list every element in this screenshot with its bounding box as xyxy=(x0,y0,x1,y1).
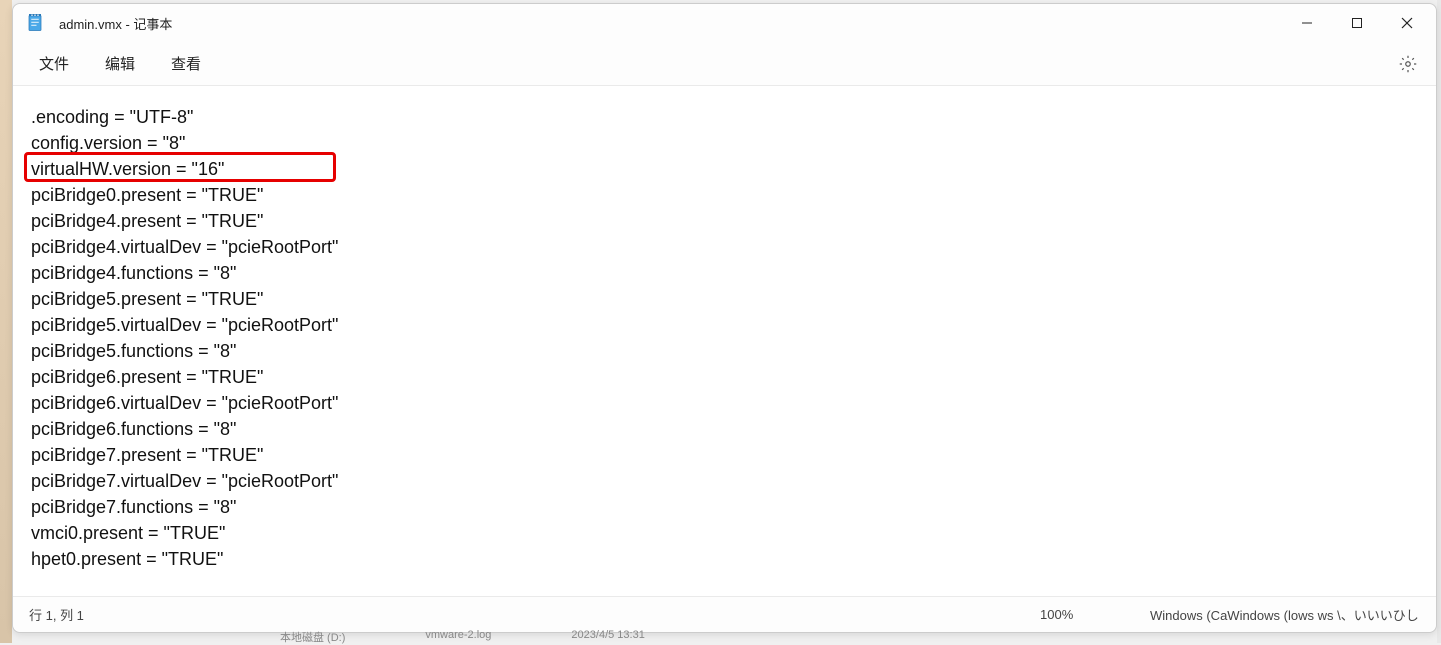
status-zoom: 100% xyxy=(1040,607,1150,622)
menu-file[interactable]: 文件 xyxy=(21,45,87,82)
minimize-button[interactable] xyxy=(1282,4,1332,42)
text-line[interactable]: hpet0.present = "TRUE" xyxy=(29,546,1422,572)
window-controls xyxy=(1282,4,1432,42)
taskbar-item: vmware-2.log xyxy=(425,629,491,643)
menu-edit[interactable]: 编辑 xyxy=(87,45,153,82)
text-line[interactable]: vmci0.present = "TRUE" xyxy=(29,520,1422,546)
text-line[interactable]: pciBridge6.virtualDev = "pcieRootPort" xyxy=(29,390,1422,416)
text-line[interactable]: pciBridge6.present = "TRUE" xyxy=(29,364,1422,390)
text-line[interactable]: pciBridge6.functions = "8" xyxy=(29,416,1422,442)
notepad-icon xyxy=(25,13,45,33)
text-line[interactable]: virtualHW.version = "16" xyxy=(29,156,1422,182)
close-button[interactable] xyxy=(1382,4,1432,42)
text-line[interactable]: config.version = "8" xyxy=(29,130,1422,156)
text-line[interactable]: pciBridge5.virtualDev = "pcieRootPort" xyxy=(29,312,1422,338)
taskbar-item: 本地磁盘 (D:) xyxy=(280,629,345,643)
titlebar: admin.vmx - 记事本 xyxy=(13,4,1436,42)
taskbar-item: 2023/4/5 13:31 xyxy=(571,629,644,643)
menubar: 文件 编辑 查看 xyxy=(13,42,1436,86)
text-editor[interactable]: .encoding = "UTF-8"config.version = "8"v… xyxy=(13,86,1436,596)
statusbar: 行 1, 列 1 100% Windows (CaWindows (lows w… xyxy=(13,596,1436,632)
maximize-button[interactable] xyxy=(1332,4,1382,42)
text-line[interactable]: pciBridge7.present = "TRUE" xyxy=(29,442,1422,468)
menu-view[interactable]: 查看 xyxy=(153,45,219,82)
text-line[interactable]: pciBridge7.virtualDev = "pcieRootPort" xyxy=(29,468,1422,494)
text-line[interactable]: pciBridge4.virtualDev = "pcieRootPort" xyxy=(29,234,1422,260)
text-line[interactable]: pciBridge4.functions = "8" xyxy=(29,260,1422,286)
taskbar-fragment: 本地磁盘 (D:) vmware-2.log 2023/4/5 13:31 xyxy=(280,629,645,643)
background-left-strip xyxy=(0,0,12,643)
text-line[interactable]: pciBridge5.present = "TRUE" xyxy=(29,286,1422,312)
text-line[interactable]: pciBridge0.present = "TRUE" xyxy=(29,182,1422,208)
text-content[interactable]: .encoding = "UTF-8"config.version = "8"v… xyxy=(29,104,1422,572)
background-right-strip xyxy=(1437,0,1441,643)
text-line[interactable]: .encoding = "UTF-8" xyxy=(29,104,1422,130)
text-line[interactable]: pciBridge7.functions = "8" xyxy=(29,494,1422,520)
text-line[interactable]: pciBridge5.functions = "8" xyxy=(29,338,1422,364)
notepad-window: admin.vmx - 记事本 文件 编辑 查看 .encoding = "UT… xyxy=(12,3,1437,633)
window-title: admin.vmx - 记事本 xyxy=(59,14,172,33)
text-line[interactable]: pciBridge4.present = "TRUE" xyxy=(29,208,1422,234)
status-platform: Windows (CaWindows (lows ws \、いいいひしろふ xyxy=(1150,605,1420,624)
settings-button[interactable] xyxy=(1388,44,1428,84)
status-cursor-position: 行 1, 列 1 xyxy=(29,605,1040,624)
